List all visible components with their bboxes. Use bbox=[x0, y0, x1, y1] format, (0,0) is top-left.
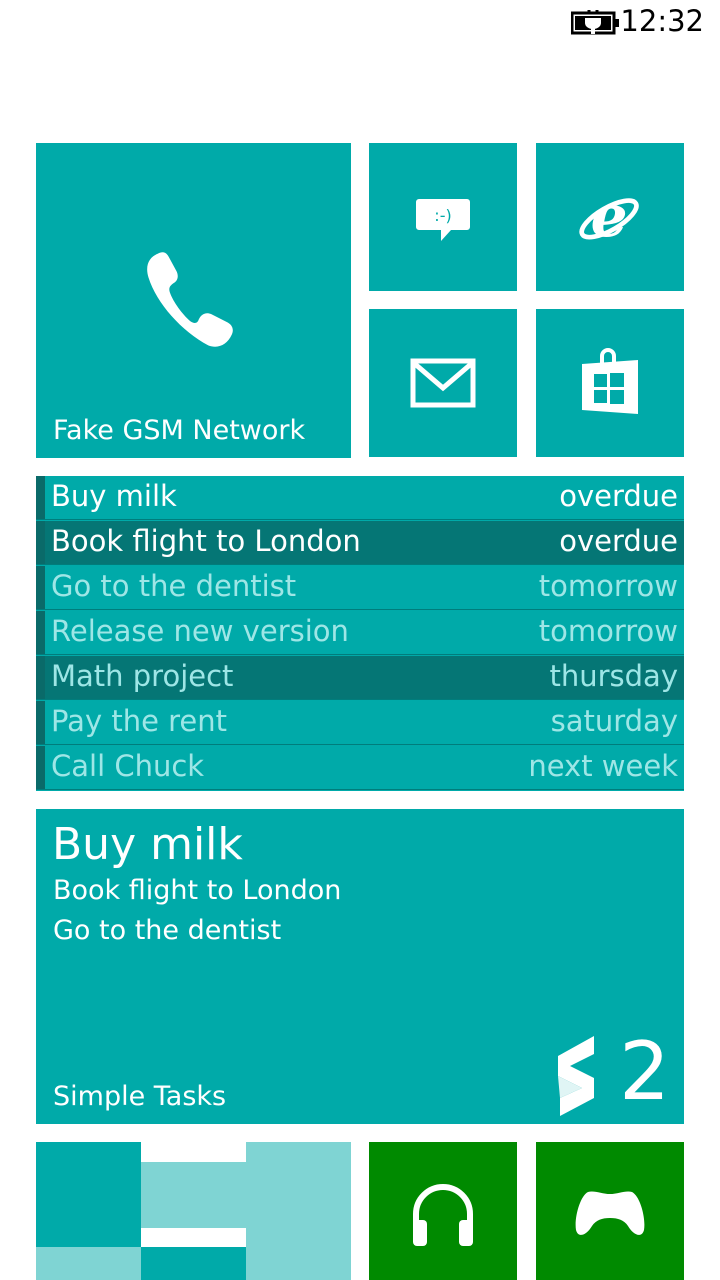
task-row-marker bbox=[36, 701, 45, 744]
tasks-list-tile[interactable]: Buy milk overdue Book flight to London o… bbox=[36, 476, 684, 791]
simple-tasks-logo-icon bbox=[558, 1036, 594, 1116]
phone-tile-label: Fake GSM Network bbox=[53, 415, 306, 446]
gamepad-icon bbox=[575, 1191, 645, 1235]
task-row[interactable]: Math project thursday bbox=[36, 656, 684, 700]
task-row-marker bbox=[36, 746, 45, 789]
svg-text::-): :-) bbox=[434, 206, 451, 225]
simple-tasks-label: Simple Tasks bbox=[53, 1081, 227, 1112]
messaging-icon: :-) bbox=[416, 199, 470, 241]
task-row[interactable]: Call Chuck next week bbox=[36, 746, 684, 790]
task-title: Book flight to London bbox=[51, 524, 361, 558]
task-row-marker bbox=[36, 566, 45, 609]
task-row[interactable]: Book flight to London overdue bbox=[36, 521, 684, 565]
mosaic-block bbox=[141, 1228, 246, 1247]
task-row[interactable]: Go to the dentist tomorrow bbox=[36, 566, 684, 610]
simple-tasks-tile[interactable]: Buy milk Book flight to London Go to the… bbox=[36, 809, 684, 1124]
simple-tasks-third-task: Go to the dentist bbox=[53, 915, 282, 946]
task-row-marker bbox=[36, 611, 45, 654]
clock: 12:32 bbox=[620, 4, 704, 38]
simple-tasks-second-task: Book flight to London bbox=[53, 875, 342, 906]
mail-tile[interactable] bbox=[369, 309, 517, 457]
task-row[interactable]: Release new version tomorrow bbox=[36, 611, 684, 655]
messaging-tile[interactable]: :-) bbox=[369, 143, 517, 291]
task-due: overdue bbox=[559, 479, 678, 513]
mosaic-block bbox=[246, 1142, 351, 1280]
task-row-marker bbox=[36, 476, 45, 519]
phone-tile[interactable]: Fake GSM Network bbox=[36, 143, 351, 458]
task-due: saturday bbox=[550, 704, 678, 738]
task-row-marker bbox=[36, 521, 45, 564]
games-tile[interactable] bbox=[536, 1142, 684, 1280]
photos-tile[interactable] bbox=[36, 1142, 351, 1280]
mail-icon bbox=[410, 358, 476, 408]
task-row-marker bbox=[36, 656, 45, 699]
mosaic-block bbox=[141, 1247, 246, 1280]
mosaic-block bbox=[141, 1142, 246, 1162]
task-due: overdue bbox=[559, 524, 678, 558]
task-due: thursday bbox=[549, 659, 678, 693]
task-row[interactable]: Buy milk overdue bbox=[36, 476, 684, 520]
status-bar: 12:32 bbox=[0, 0, 720, 46]
internet-explorer-tile[interactable]: e bbox=[536, 143, 684, 291]
phone-icon bbox=[147, 252, 233, 347]
mosaic-block bbox=[141, 1162, 246, 1228]
internet-explorer-icon: e bbox=[579, 187, 639, 247]
task-row[interactable]: Pay the rent saturday bbox=[36, 701, 684, 745]
task-title: Go to the dentist bbox=[51, 569, 297, 603]
store-icon bbox=[582, 348, 638, 414]
simple-tasks-count: 2 bbox=[619, 1025, 670, 1118]
task-due: tomorrow bbox=[538, 569, 678, 603]
task-title: Buy milk bbox=[51, 479, 177, 513]
task-title: Math project bbox=[51, 659, 234, 693]
simple-tasks-first-task: Buy milk bbox=[52, 819, 243, 870]
task-due: next week bbox=[528, 749, 678, 783]
mosaic-block bbox=[36, 1142, 141, 1247]
store-tile[interactable] bbox=[536, 309, 684, 457]
battery-charging-icon bbox=[571, 10, 619, 35]
task-title: Release new version bbox=[51, 614, 349, 648]
task-due: tomorrow bbox=[538, 614, 678, 648]
task-title: Pay the rent bbox=[51, 704, 228, 738]
headphones-icon bbox=[413, 1184, 473, 1246]
music-tile[interactable] bbox=[369, 1142, 517, 1280]
task-title: Call Chuck bbox=[51, 749, 205, 783]
